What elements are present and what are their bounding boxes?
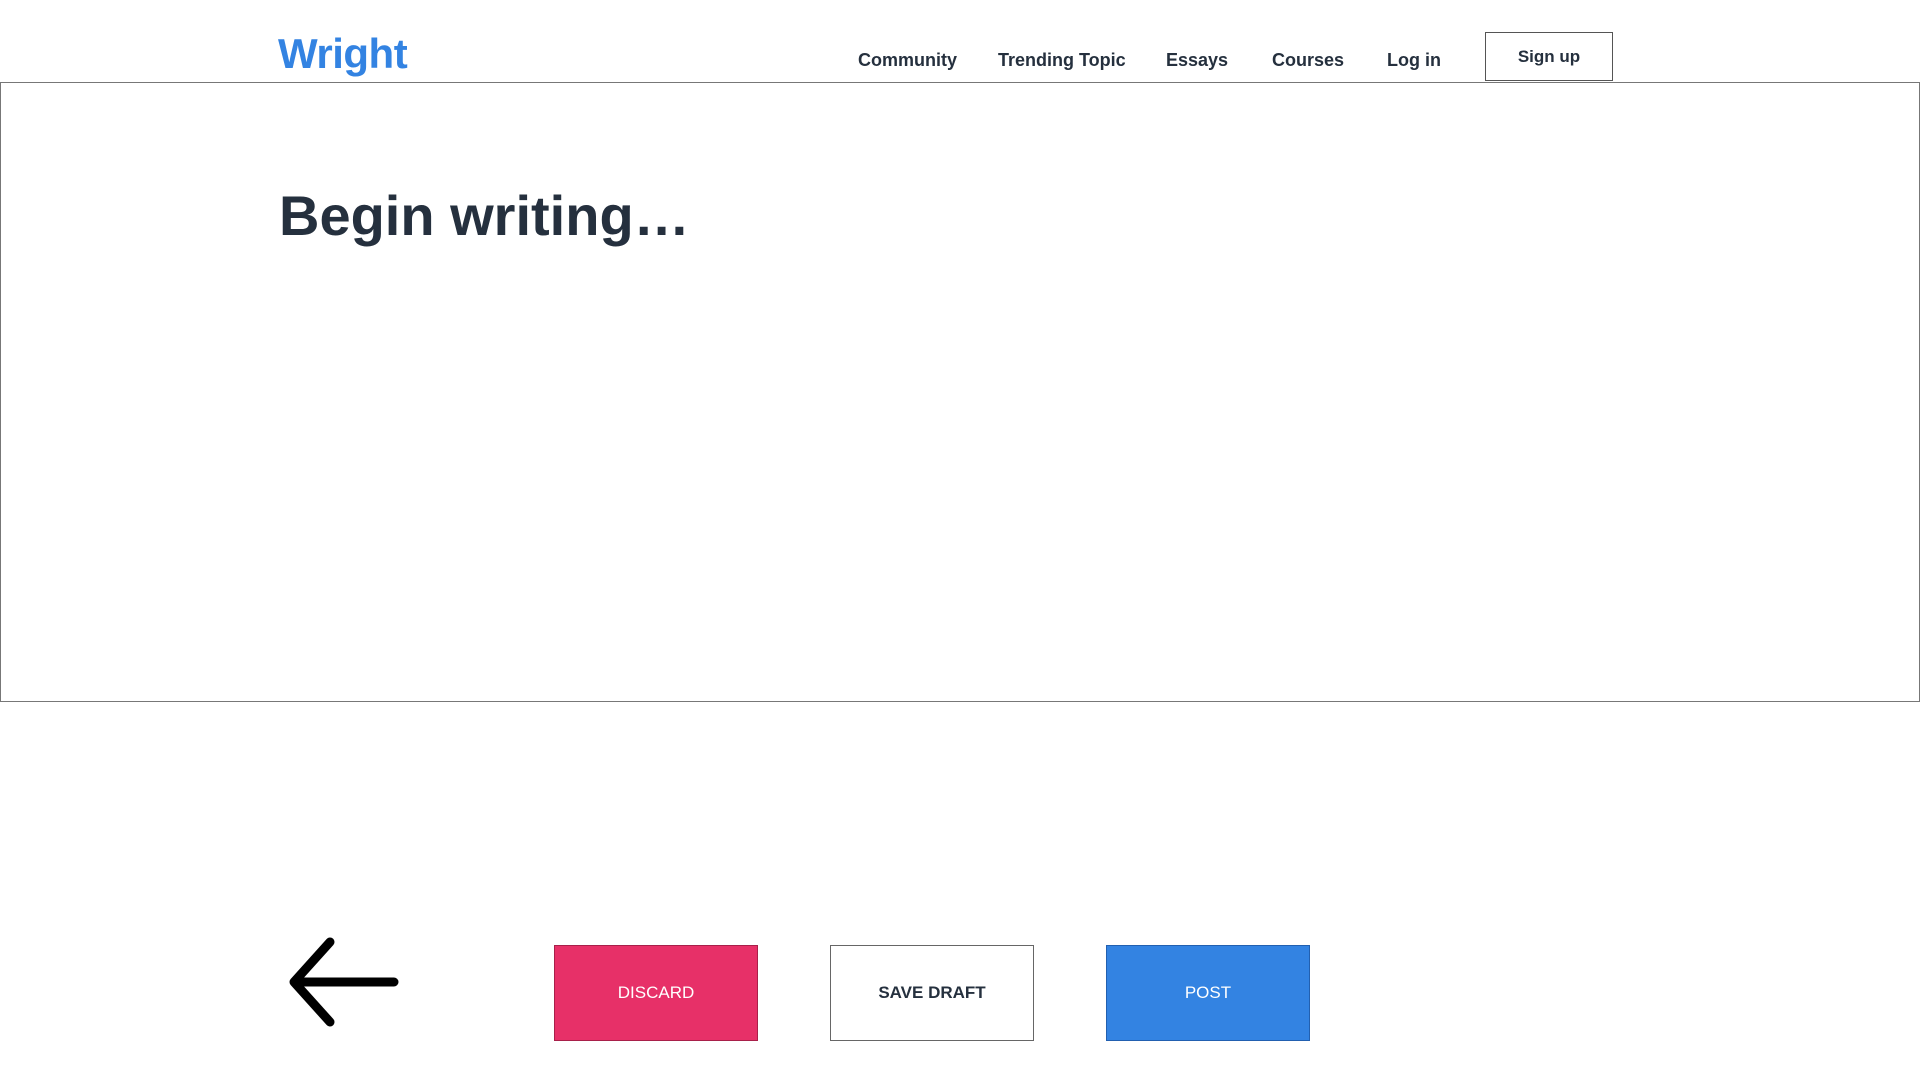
save-draft-button[interactable]: SAVE DRAFT — [830, 945, 1034, 1041]
editor-placeholder: Begin writing… — [279, 184, 690, 247]
logo[interactable]: Wright — [278, 28, 408, 80]
arrow-left-icon[interactable] — [286, 930, 404, 1034]
nav-link-essays[interactable]: Essays — [1166, 44, 1228, 76]
sign-up-button[interactable]: Sign up — [1485, 32, 1613, 81]
discard-button[interactable]: DISCARD — [554, 945, 758, 1041]
nav-link-log-in[interactable]: Log in — [1387, 44, 1441, 76]
arrow-left-icon-graphic — [289, 937, 399, 1027]
writing-area[interactable]: Begin writing… — [0, 82, 1920, 702]
post-button[interactable]: POST — [1106, 945, 1310, 1041]
page: Wright Community Trending Topic Essays C… — [0, 0, 1920, 1080]
nav-link-courses[interactable]: Courses — [1272, 44, 1344, 76]
nav-link-trending-topic[interactable]: Trending Topic — [998, 44, 1126, 76]
nav-link-community[interactable]: Community — [858, 44, 957, 76]
